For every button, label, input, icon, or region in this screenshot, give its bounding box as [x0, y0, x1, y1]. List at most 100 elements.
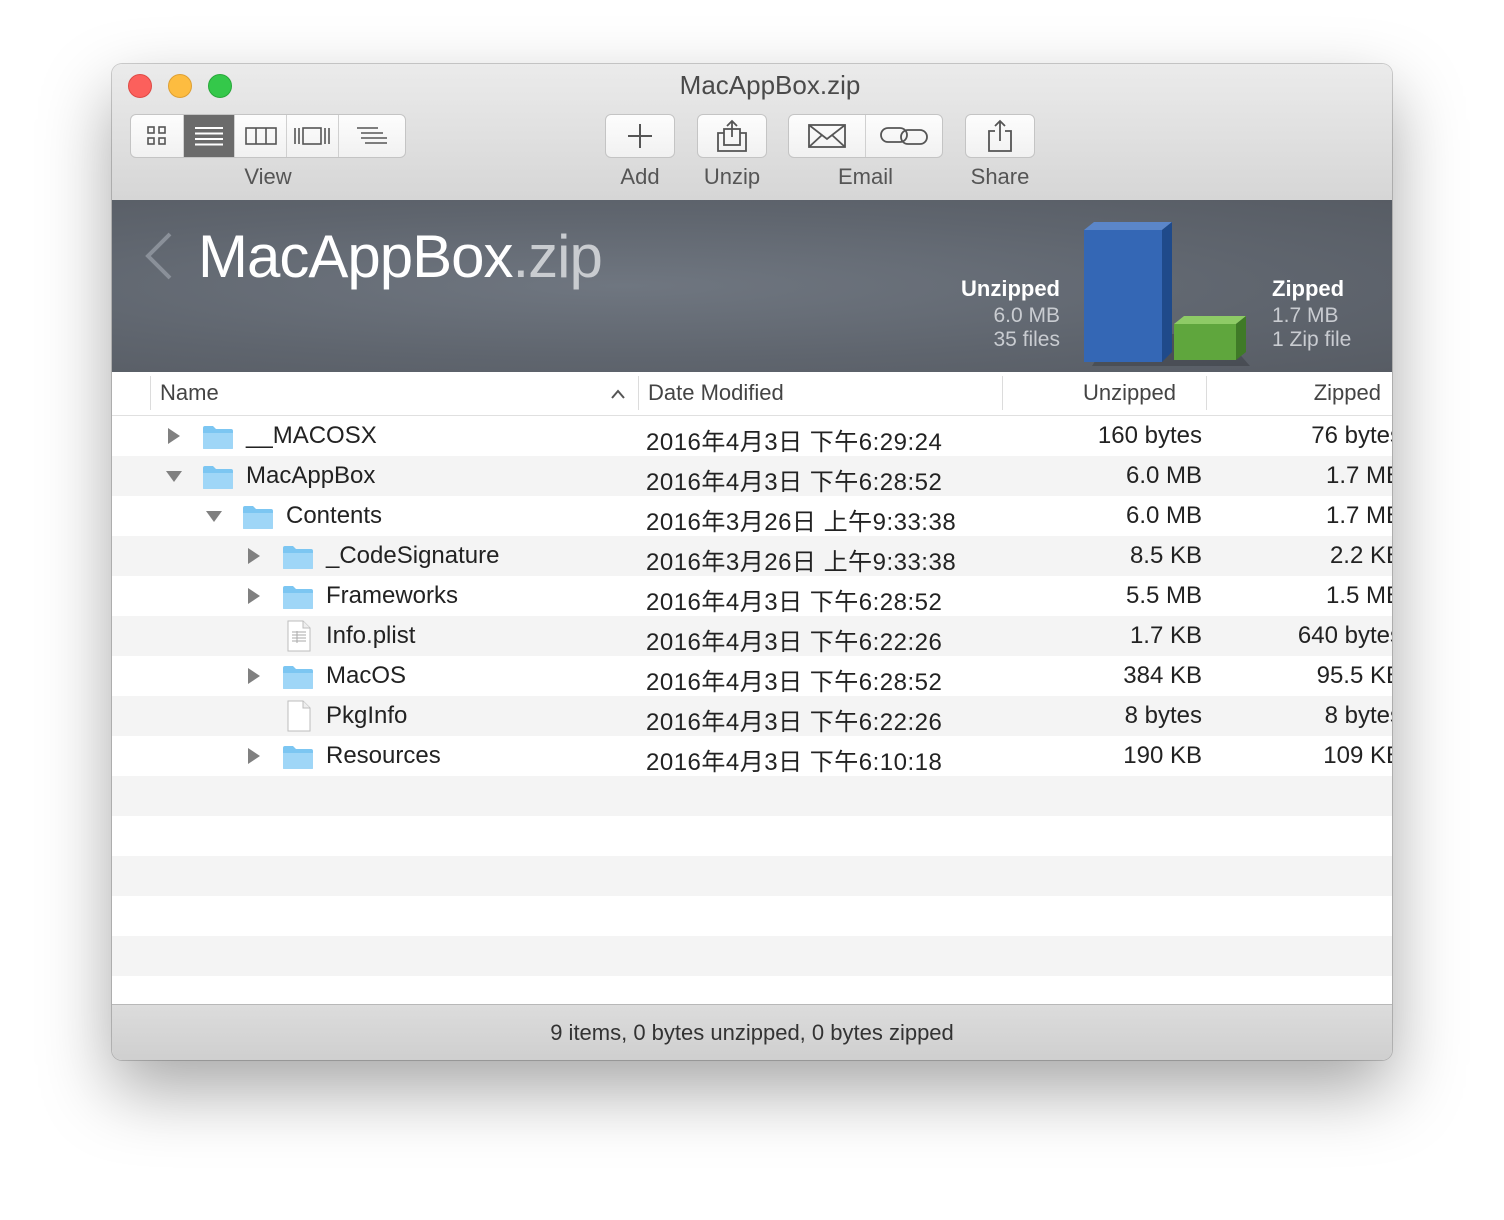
column-separator	[150, 376, 151, 410]
zipped-size: 1.5 MB	[1325, 582, 1392, 609]
email-link-button[interactable]	[866, 115, 942, 157]
list-icon	[194, 127, 223, 146]
unzipped-size: 6.0 MB	[1125, 502, 1202, 529]
disclosure-expanded-icon[interactable]	[206, 508, 222, 524]
file-icon	[287, 700, 311, 732]
outline-view-button[interactable]	[339, 115, 406, 157]
zipped-size-cell: 8 bytes	[1192, 702, 1392, 730]
folder-icon	[203, 426, 233, 449]
zipped-size-cell: 2.2 KB	[1192, 542, 1392, 570]
zipped-size: 640 bytes	[1297, 622, 1392, 649]
table-row[interactable]: Info.plist 2016年4月3日 下午6:22:26 1.7 KB 640 b…	[112, 616, 1392, 656]
zipped-size: 76 bytes	[1311, 422, 1392, 449]
table-row[interactable]: Resources 2016年4月3日 下午6:10:18 190 KB 109 KB	[112, 736, 1392, 776]
add-label: Add	[620, 164, 660, 189]
view-label: View	[244, 164, 292, 189]
zipped-size: 1.7 MB	[1325, 502, 1392, 529]
share-button[interactable]	[965, 114, 1035, 158]
disclosure-collapsed-icon[interactable]	[166, 428, 182, 444]
email-button[interactable]	[789, 115, 866, 157]
zipped-size-cell: 76 bytes	[1192, 422, 1392, 450]
back-chevron-icon[interactable]	[142, 230, 176, 282]
file-name: MacOS	[326, 662, 407, 689]
add-button-face[interactable]	[606, 115, 674, 157]
unzipped-size: 5.5 MB	[1125, 582, 1202, 609]
disclosure-collapsed-icon[interactable]	[246, 668, 262, 684]
archive-window: MacAppBox .zip View Add Unzip Email Share…	[112, 64, 1392, 1060]
file-name: Frameworks	[326, 582, 459, 609]
column-separator	[638, 376, 639, 410]
column-header-name[interactable]: Name	[160, 380, 219, 406]
folder-icon	[203, 466, 233, 489]
unzipped-size: 160 bytes	[1097, 422, 1202, 449]
table-row[interactable]: _CodeSignature 2016年3月26日 上午9:33:38 8.5 KB…	[112, 536, 1392, 576]
unzipped-stat-title: Unzipped	[961, 276, 1060, 301]
zipped-stat-title: Zipped	[1272, 276, 1345, 301]
unzipped-size: 384 KB	[1123, 662, 1202, 689]
file-name: _CodeSignature	[326, 542, 500, 569]
zipped-bar	[1174, 316, 1246, 360]
share-button-face[interactable]	[966, 115, 1034, 157]
list-view-button[interactable]	[183, 115, 236, 157]
date-modified: 2016年4月3日 下午6:28:52	[646, 469, 943, 496]
column-header-date-modified[interactable]: Date Modified	[648, 380, 784, 406]
email-label: Email	[837, 164, 893, 189]
table-row[interactable]: PkgInfo 2016年4月3日 下午6:22:26 8 bytes 8 bytes	[112, 696, 1392, 736]
date-modified: 2016年4月3日 下午6:28:52	[646, 589, 943, 616]
archive-name-extension: .zip	[512, 223, 603, 290]
empty-row	[112, 936, 1392, 976]
file-name: PkgInfo	[326, 702, 408, 729]
disclosure-collapsed-icon[interactable]	[246, 588, 262, 604]
share-label: Share	[970, 164, 1030, 189]
file-list: __MACOSX 2016年4月3日 下午6:29:24 160 bytes 76 b…	[112, 416, 1392, 1016]
folder-icon	[283, 586, 313, 609]
file-name: MacAppBox	[246, 462, 376, 489]
column-header-row: Name Date Modified Unzipped Zipped	[112, 372, 1392, 416]
window-title: MacAppBox.zip	[679, 70, 861, 100]
cover-flow-button[interactable]	[287, 115, 339, 157]
disclosure-collapsed-icon[interactable]	[246, 748, 262, 764]
unzipped-stat-files: 35 files	[993, 328, 1060, 351]
file-name: Contents	[286, 502, 383, 529]
zipped-size-cell: 95.5 KB	[1192, 662, 1392, 690]
unzip-button-face[interactable]	[698, 115, 766, 157]
column-view-button[interactable]	[235, 115, 287, 157]
disclosure-collapsed-icon[interactable]	[246, 548, 262, 564]
plist-file-icon	[287, 620, 311, 652]
add-button[interactable]	[605, 114, 675, 158]
date-modified: 2016年4月3日 下午6:22:26	[646, 629, 943, 656]
column-header-unzipped[interactable]: Unzipped	[1002, 380, 1176, 406]
envelope-icon	[808, 124, 846, 148]
table-row[interactable]: __MACOSX 2016年4月3日 下午6:29:24 160 bytes 76 b…	[112, 416, 1392, 456]
disclosure-expanded-icon[interactable]	[166, 468, 182, 484]
date-modified: 2016年4月3日 下午6:22:26	[646, 709, 943, 736]
date-modified: 2016年3月26日 上午9:33:38	[646, 509, 957, 536]
table-row[interactable]: MacOS 2016年4月3日 下午6:28:52 384 KB 95.5 KB	[112, 656, 1392, 696]
zipped-stat-files: 1 Zip file	[1272, 328, 1352, 351]
unzip-label: Unzip	[703, 164, 761, 189]
unzipped-stat-size: 6.0 MB	[993, 304, 1060, 327]
date-modified: 2016年3月26日 上午9:33:38	[646, 549, 957, 576]
outline-list-icon	[356, 127, 387, 144]
unzipped-size: 8 bytes	[1124, 702, 1202, 729]
zipped-size: 1.7 MB	[1325, 462, 1392, 489]
folder-icon	[283, 546, 313, 569]
email-control	[788, 114, 943, 158]
archive-name: MacAppBox.zip	[198, 222, 603, 291]
empty-row	[112, 856, 1392, 896]
zipped-size: 95.5 KB	[1316, 662, 1392, 689]
columns-icon	[244, 127, 277, 145]
table-row[interactable]: MacAppBox 2016年4月3日 下午6:28:52 6.0 MB 1.7 MB	[112, 456, 1392, 496]
table-row[interactable]: Frameworks 2016年4月3日 下午6:28:52 5.5 MB 1.5 M…	[112, 576, 1392, 616]
view-mode-control	[130, 114, 406, 158]
unzipped-bar	[1084, 222, 1172, 362]
unzip-button[interactable]	[697, 114, 767, 158]
column-header-zipped[interactable]: Zipped	[1206, 380, 1381, 406]
link-icon	[880, 127, 928, 145]
empty-row	[112, 776, 1392, 816]
folder-icon	[283, 746, 313, 769]
table-row[interactable]: Contents 2016年3月26日 上午9:33:38 6.0 MB 1.7 MB	[112, 496, 1392, 536]
empty-row	[112, 816, 1392, 856]
icon-view-button[interactable]	[131, 115, 184, 157]
zipped-size-cell: 1.7 MB	[1192, 462, 1392, 490]
